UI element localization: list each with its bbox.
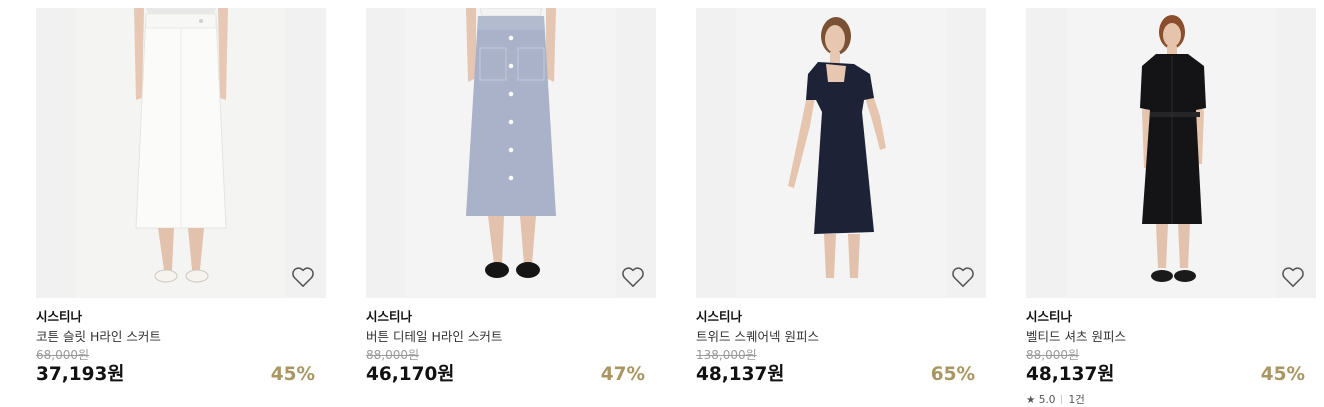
product-image[interactable] [36, 8, 326, 298]
product-card[interactable]: 시스티나 벨티드 셔츠 원피스 88,000원 48,137원 45% ★ 5.… [1026, 8, 1316, 407]
product-name[interactable]: 버튼 디테일 H라인 스커트 [366, 328, 656, 345]
original-price: 68,000원 [36, 348, 90, 362]
product-photo-navy-dress [736, 8, 946, 298]
heart-outline-icon[interactable] [1280, 264, 1306, 290]
price-row: 46,170원 47% [366, 363, 656, 387]
price-row: 48,137원 45% [1026, 363, 1316, 387]
discount-rate: 45% [1260, 364, 1305, 385]
star-icon: ★ [1026, 394, 1036, 406]
review-divider [1061, 395, 1063, 404]
sale-price: 48,137원 [1026, 364, 1115, 385]
product-image[interactable] [696, 8, 986, 298]
heart-outline-icon[interactable] [290, 264, 316, 290]
discount-rate: 65% [930, 364, 975, 385]
review-count: 1건 [1068, 394, 1085, 406]
original-price: 138,000원 [696, 348, 757, 362]
original-price: 88,000원 [366, 348, 420, 362]
brand-name[interactable]: 시스티나 [1026, 309, 1316, 325]
product-image[interactable] [1026, 8, 1316, 298]
rating-value: 5.0 [1038, 394, 1056, 406]
product-photo-blue-skirt [406, 8, 616, 298]
product-name[interactable]: 코튼 슬릿 H라인 스커트 [36, 328, 326, 345]
product-name[interactable]: 벨티드 셔츠 원피스 [1026, 328, 1316, 345]
sale-price: 37,193원 [36, 364, 125, 385]
review-summary[interactable]: ★ 5.0 1건 [1026, 393, 1316, 407]
heart-outline-icon[interactable] [950, 264, 976, 290]
original-price: 88,000원 [1026, 348, 1080, 362]
product-card[interactable]: 시스티나 트위드 스퀘어넥 원피스 138,000원 48,137원 65% [696, 8, 986, 387]
brand-name[interactable]: 시스티나 [366, 309, 656, 325]
discount-rate: 47% [600, 364, 645, 385]
brand-name[interactable]: 시스티나 [36, 309, 326, 325]
sale-price: 46,170원 [366, 364, 455, 385]
product-grid: 시스티나 코튼 슬릿 H라인 스커트 68,000원 37,193원 45% 시… [0, 0, 1324, 407]
brand-name[interactable]: 시스티나 [696, 309, 986, 325]
sale-price: 48,137원 [696, 364, 785, 385]
product-photo-black-dress [1066, 8, 1276, 298]
price-row: 37,193원 45% [36, 363, 326, 387]
product-card[interactable]: 시스티나 코튼 슬릿 H라인 스커트 68,000원 37,193원 45% [36, 8, 326, 387]
product-photo-white-skirt [76, 8, 286, 298]
heart-outline-icon[interactable] [620, 264, 646, 290]
price-row: 48,137원 65% [696, 363, 986, 387]
product-card[interactable]: 시스티나 버튼 디테일 H라인 스커트 88,000원 46,170원 47% [366, 8, 656, 387]
product-image[interactable] [366, 8, 656, 298]
product-name[interactable]: 트위드 스퀘어넥 원피스 [696, 328, 986, 345]
discount-rate: 45% [270, 364, 315, 385]
